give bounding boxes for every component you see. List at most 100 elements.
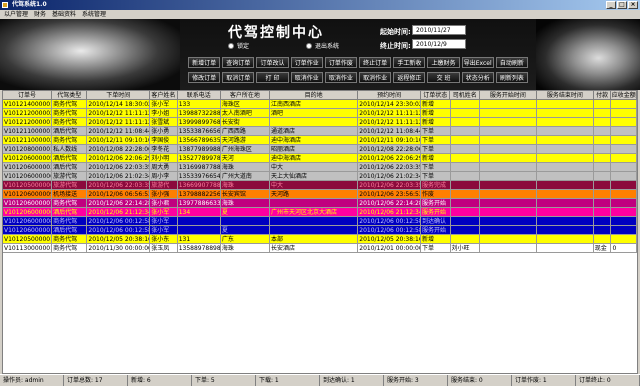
exit-system-radio[interactable]: 退出系统 [306,41,339,50]
table-row[interactable]: V101212000002 商务代驾 2010/12/12 11:11:12 李小姐 1… [3,109,637,118]
table-cell [594,199,612,207]
status-service-ended: 服务结束: 0 [448,375,512,386]
cancel-order-button[interactable]: 取消订单 [222,72,255,83]
table-cell: 13977886633 [178,199,221,207]
cancel-operation-button-1[interactable]: 取消作业 [290,72,323,83]
table-cell [451,190,480,198]
export-excel-button[interactable]: 导出Excel [461,57,494,68]
table-cell: 天上大仙酒店 [270,172,359,180]
query-order-button[interactable]: 查询订单 [222,57,255,68]
menu-user-management[interactable]: 以户管理 [4,10,28,19]
void-order-button[interactable]: 订单作废 [324,57,358,68]
table-cell: 商务代驾 [52,235,88,243]
column-header[interactable]: 代驾类型 [52,91,88,99]
column-header[interactable]: 订单状态 [421,91,451,99]
cancel-operation-button-2[interactable]: 取消作业 [324,72,358,83]
table-row[interactable]: V101214000001 商务代驾 2010/12/14 18:30:02 张小军 1… [3,100,637,109]
auto-refresh-button[interactable]: 自动刷新 [495,57,529,68]
menu-finance[interactable]: 财务 [34,10,46,19]
status-service-started: 服务开始: 3 [384,375,448,386]
table-cell: 2010/12/06 22:03:35 [359,163,422,171]
close-button[interactable]: × [628,1,638,9]
refresh-list-button[interactable]: 刷新列表 [495,72,529,83]
column-header[interactable]: 预约时间 [358,91,422,99]
lock-radio[interactable]: 锁定 [228,41,249,50]
table-cell: 0 [611,244,637,252]
table-row[interactable]: V101206000006 旅游代驾 2010/12/06 21:02:34 周小李 1… [3,172,637,181]
submit-finance-button[interactable]: 上缴财务 [427,57,460,68]
table-cell [594,145,612,153]
table-row[interactable]: V101206000005 酒后代驾 2010/12/06 22:06:29 刘小明 1… [3,154,637,163]
column-header[interactable]: 服务结束时间 [537,91,594,99]
column-header[interactable]: 付款 [594,91,612,99]
table-cell: 2010/12/06 22:14:28 [359,199,422,207]
table-row[interactable]: V101206000009 机场接送 2010/12/06 06:56:53 张小强 1… [3,190,637,199]
start-time-field[interactable]: 2010/11/27 [412,25,466,35]
edit-order-button[interactable]: 修改订单 [188,72,221,83]
table-cell: 长安酒店 [270,244,359,252]
table-row[interactable]: V101205000001 商务代驾 2010/12/05 20:38:16 张小东 1… [3,235,637,244]
table-cell [594,163,612,171]
menu-system-management[interactable]: 系统管理 [82,10,106,19]
start-time-label: 起始时间: [380,28,411,36]
terminate-order-button[interactable]: 终止订单 [359,57,392,68]
table-row[interactable]: V101211000001 酒后代驾 2010/12/12 11:08:44 张小勇 1… [3,127,637,136]
manual-collect-button[interactable]: 手工新收 [393,57,426,68]
table-row[interactable]: V101208000001 私人数线 2010/12/08 22:28:06 李冬花 1… [3,145,637,154]
print-button[interactable]: 打 印 [256,72,289,83]
table-cell: 酒后代驾 [52,208,88,216]
table-row[interactable]: V101205000006 旅游代驾 2010/12/06 22:03:35 旅游代 1… [3,181,637,190]
table-cell [451,172,480,180]
maximize-button[interactable]: □ [617,1,627,9]
order-operation-button[interactable]: 订单作业 [290,57,323,68]
shift-handover-button[interactable]: 交 班 [427,72,460,83]
status-analysis-button[interactable]: 状态分析 [461,72,494,83]
end-time-field[interactable]: 2010/12/9 [412,39,466,49]
toolbar-row-2: 修改订单 取消订单 打 印 取消作业 取消作业 取消作业 返程修正 交 班 状态… [188,72,529,83]
confirm-order-button[interactable]: 订单改认 [256,57,289,68]
table-cell: 长安街 [221,118,270,126]
table-cell: 13588978898 [178,244,221,252]
window-controls: _ □ × [606,1,638,9]
table-cell: 商务代驾 [52,100,88,108]
car-image-left [0,19,180,90]
column-header[interactable]: 目的地 [270,91,359,99]
cancel-operation-button-3[interactable]: 取消作业 [359,72,392,83]
table-row[interactable]: V101206000007 商务代驾 2010/12/06 22:14:28 张小君 1… [3,199,637,208]
table-cell: 刘小明 [150,154,178,162]
table-cell: 2010/12/11 09:10:10 [88,136,151,144]
app-window: 代驾系统1.0 _ □ × 以户管理 财务 基础资料 系统管理 代驾控制中心 锁… [0,0,640,386]
new-order-button[interactable]: 新增订单 [188,57,221,68]
return-correction-button[interactable]: 返程修正 [393,72,426,83]
table-row[interactable]: V101130000001 商务代驾 2010/11/30 00:00:00 张玉凤 1… [3,244,637,253]
table-cell: 周小李 [150,172,178,180]
table-cell: 广西西路 [221,127,270,135]
title-bar: 代驾系统1.0 _ □ × [0,0,640,10]
orders-grid[interactable]: 订单号 代驾类型 下单时间 客户姓名 联系电话 客户所在地 目的地 预约时间 订单状态 司机姓名服… [2,90,638,374]
table-cell [451,181,480,189]
table-cell [594,217,612,225]
app-icon [2,2,8,8]
table-cell: V101211000001 [4,127,53,135]
table-row[interactable]: V101206000008 商务代驾 2010/12/06 00:12:58 张小军 2… [3,217,637,226]
table-cell: 13999899768 [178,118,221,126]
table-cell [594,154,612,162]
column-header[interactable]: 下单时间 [87,91,151,99]
column-header[interactable]: 客户所在地 [221,91,270,99]
table-row[interactable]: V101211000002 商务代驾 2010/12/11 09:10:10 李国俊 1… [3,136,637,145]
table-row[interactable]: V101206000006 酒后代驾 2010/12/06 21:12:34 张小军 1… [3,208,637,217]
column-header[interactable]: 联系电话 [178,91,221,99]
column-header[interactable]: 客户姓名 [150,91,178,99]
column-header[interactable]: 服务开始时间 [480,91,537,99]
minimize-button[interactable]: _ [606,1,616,9]
column-header[interactable]: 订单号 [3,91,53,99]
table-row[interactable]: V101206000001 酒后代驾 2010/12/06 00:12:58 张小军夏… [3,226,637,235]
column-header[interactable]: 应收金额 [611,91,637,99]
table-row[interactable]: V101206000003 酒后代驾 2010/12/06 22:03:35 周大勇 1… [3,163,637,172]
status-voided: 订单作废: 1 [512,375,576,386]
table-cell: 2010/12/06 23:56:53 [359,190,422,198]
table-cell: 天河路 [270,190,359,198]
column-header[interactable]: 司机姓名 [450,91,480,99]
table-row[interactable]: V101212000001 商务代驾 2010/12/12 11:11:12 张雪斌 1… [3,118,637,127]
menu-basic-data[interactable]: 基础资料 [52,10,76,19]
